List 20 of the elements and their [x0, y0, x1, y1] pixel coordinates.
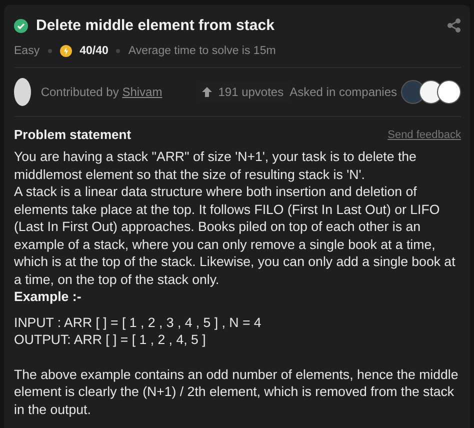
- example-line: INPUT : ARR [ ] = [ 1 , 2 , 3 , 4 , 5 ] , N = 4: [14, 314, 262, 331]
- contributed-by-label: Contributed by: [40, 85, 120, 99]
- average-time-text: Average time to solve is 15m: [128, 45, 276, 57]
- problem-title: Delete middle element from stack: [36, 17, 276, 34]
- check-icon: [14, 18, 28, 32]
- example-heading: Example :-: [14, 288, 82, 306]
- companies-label: Asked in companies: [290, 85, 397, 99]
- example-line: OUTPUT: ARR [ ] = [ 1 , 2 , 4, 5 ]: [14, 331, 207, 348]
- statement-paragraph: You are having a stack "ARR" of size 'N+1', your task is to delete the middlemost element so that the size of resulting stack is 'N'.: [14, 148, 418, 183]
- send-feedback-link[interactable]: Send feedback: [388, 128, 461, 140]
- section-heading: Problem statement: [14, 127, 132, 142]
- arrow-up-icon: [202, 87, 212, 97]
- score-text: 40/40: [80, 45, 108, 57]
- avatar-icon: [14, 78, 31, 106]
- contributor-link[interactable]: Shivam: [122, 85, 162, 99]
- closing-paragraph: The above example contains an odd number of elements, hence the middle element is clearly the (N+1) / 2th element, which is removed from the stack in the output.: [14, 366, 460, 418]
- lightning-icon: [60, 45, 72, 57]
- statement-paragraph: A stack is a linear data structure where both insertion and deletion of elements take place at the top. It follows FILO (First In Last Out) or LIFO (Last In First Out) approaches. Books piled on top of each other is an example of a stack, where you can only remove a single book at a time, which is at the top of the stack. Likewise, you can only add a single book at a time, on the top of the stack only.: [14, 183, 456, 288]
- share-icon[interactable]: [447, 18, 461, 33]
- difficulty-label: Easy: [14, 45, 40, 57]
